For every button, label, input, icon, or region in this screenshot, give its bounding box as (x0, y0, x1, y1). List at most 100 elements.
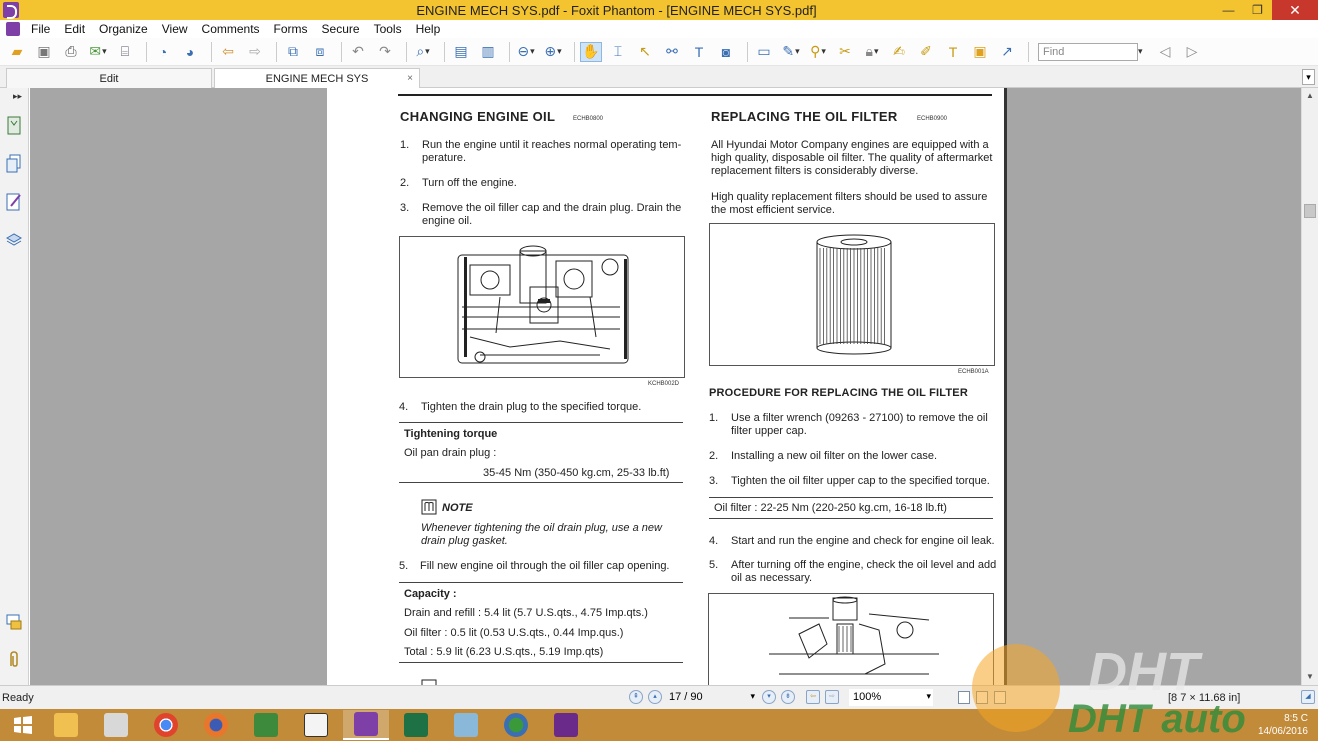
minimize-button[interactable]: — (1214, 0, 1243, 20)
print-icon[interactable]: ⎙ (60, 42, 82, 62)
previous-page-icon[interactable]: ◔ (152, 42, 174, 62)
tightening-torque-title: Tightening torque (404, 428, 498, 440)
bookmarks-icon[interactable] (5, 116, 23, 136)
start-button[interactable] (0, 710, 46, 740)
tab-close-icon[interactable]: × (407, 73, 413, 84)
menu-secure[interactable]: Secure (315, 22, 367, 36)
zoom-icon[interactable]: ⌕ (412, 42, 434, 62)
back-view-icon[interactable]: ⇦ (806, 690, 820, 704)
hand-tool-icon[interactable]: ✋ (580, 41, 602, 62)
previous-page-icon[interactable]: ▴ (648, 690, 662, 704)
attachments-icon[interactable] (5, 650, 23, 670)
first-page-icon[interactable]: ⇞ (629, 690, 643, 704)
zoom-out-icon[interactable]: ⊖ (515, 42, 537, 62)
signatures-icon[interactable] (5, 612, 23, 632)
foxit-app-icon[interactable] (3, 2, 19, 19)
scroll-thumb[interactable] (1304, 204, 1316, 218)
vertical-scrollbar[interactable]: ▲ ▼ (1301, 88, 1318, 685)
status-resize-icon[interactable]: ◢ (1301, 690, 1315, 704)
save-icon[interactable]: ▣ (33, 42, 55, 62)
scroll-up-icon[interactable]: ▲ (1302, 88, 1318, 104)
document-viewport[interactable]: CHANGING ENGINE OIL ECHB0800 1. Run the … (30, 88, 1301, 685)
edit-text-icon[interactable]: ✐ (915, 42, 937, 62)
insert-page-icon[interactable]: ⧈ (309, 42, 331, 62)
document-icon[interactable] (6, 22, 20, 36)
open-folder-icon[interactable]: ▰ (6, 42, 28, 62)
note-book-icon (421, 499, 437, 515)
attach-icon[interactable]: ✂ (834, 42, 856, 62)
find-input[interactable]: Find (1038, 42, 1138, 61)
menu-organize[interactable]: Organize (92, 22, 155, 36)
page-dropdown-icon[interactable]: ▾ (750, 691, 755, 702)
scan-icon[interactable]: ⌸ (114, 42, 136, 62)
menu-tools[interactable]: Tools (367, 22, 409, 36)
menu-edit[interactable]: Edit (57, 22, 92, 36)
taskbar-foxit-phantom[interactable] (343, 710, 389, 740)
select-text-icon[interactable]: ⌶ (607, 42, 629, 62)
single-page-view-icon[interactable] (958, 691, 970, 704)
forward-view-icon[interactable]: ⇨ (825, 690, 839, 704)
forward-arrow-icon[interactable]: ⇨ (244, 42, 266, 62)
taskbar-calculator[interactable] (93, 710, 139, 740)
find-next-icon[interactable]: ▷ (1181, 42, 1203, 62)
redo-icon[interactable]: ↷ (374, 42, 396, 62)
menu-forms[interactable]: Forms (267, 22, 315, 36)
taskbar-file-explorer[interactable] (43, 710, 89, 740)
taskbar-app[interactable] (243, 710, 289, 740)
find-previous-icon[interactable]: ◁ (1154, 42, 1176, 62)
next-page-icon[interactable]: ▾ (762, 690, 776, 704)
snapshot-icon[interactable]: ◙ (715, 42, 737, 62)
pages-icon[interactable] (5, 154, 23, 174)
back-arrow-icon[interactable]: ⇦ (217, 42, 239, 62)
tab-edit[interactable]: Edit (6, 68, 212, 88)
menu-view[interactable]: View (155, 22, 195, 36)
zoom-level-field[interactable]: 100% ▾ (849, 689, 933, 706)
find-dropdown-icon[interactable]: ▾ (1138, 46, 1148, 57)
close-button[interactable]: ✕ (1272, 0, 1318, 20)
stamp-icon[interactable]: ⚲ (807, 42, 829, 62)
facing-view-icon[interactable] (994, 691, 1006, 704)
zoom-in-icon[interactable]: ⊕ (542, 42, 564, 62)
next-page-icon[interactable]: ◕ (179, 42, 201, 62)
taskbar-firefox[interactable] (193, 710, 239, 740)
textbox-icon[interactable]: T (942, 42, 964, 62)
fit-page-icon[interactable]: ▤ (450, 42, 472, 62)
tab-menu-icon[interactable]: ▾ (1302, 69, 1315, 85)
tab-engine-mech-sys[interactable]: ENGINE MECH SYS × (214, 68, 420, 88)
form-field-icon[interactable]: ▭ (753, 42, 775, 62)
binoculars-icon[interactable]: ⚯ (661, 42, 683, 62)
lock-icon[interactable]: 🔒︎ (861, 42, 883, 62)
extract-page-icon[interactable]: ⧉ (282, 42, 304, 62)
chrome-icon (154, 713, 178, 737)
expand-pane-icon[interactable]: ▸▸ (13, 91, 22, 102)
typewriter-icon[interactable]: T (688, 42, 710, 62)
fit-width-icon[interactable]: ▥ (477, 42, 499, 62)
continuous-view-icon[interactable] (976, 691, 988, 704)
sign-icon[interactable]: ✍ (888, 42, 910, 62)
undo-icon[interactable]: ↶ (347, 42, 369, 62)
taskbar-app[interactable] (293, 710, 339, 740)
select-arrow-icon[interactable]: ↖ (634, 42, 656, 62)
comments-list-icon[interactable] (5, 192, 23, 212)
step-text: perature. (422, 152, 467, 164)
menu-file[interactable]: File (24, 22, 57, 36)
taskbar-app[interactable] (443, 710, 489, 740)
edit-form-icon[interactable]: ✎ (780, 42, 802, 62)
last-page-icon[interactable]: ⇟ (781, 690, 795, 704)
layers-icon[interactable] (5, 228, 23, 248)
page-number-field[interactable]: 17 / 90 ▾ (665, 689, 757, 706)
menu-help[interactable]: Help (409, 22, 448, 36)
tab-label: Edit (99, 72, 119, 85)
scroll-down-icon[interactable]: ▼ (1302, 669, 1318, 685)
zoom-dropdown-icon[interactable]: ▾ (926, 691, 931, 702)
email-icon[interactable]: ✉ (87, 42, 109, 62)
taskbar-chrome[interactable] (143, 710, 189, 740)
taskbar-excel[interactable] (393, 710, 439, 740)
arrow-tool-icon[interactable]: ↗ (996, 42, 1018, 62)
comment-icon[interactable]: ▣ (969, 42, 991, 62)
menu-comments[interactable]: Comments (195, 22, 267, 36)
taskbar-app[interactable] (543, 710, 589, 740)
restore-button[interactable]: ❐ (1243, 0, 1272, 20)
system-tray-clock[interactable]: 8:5 C 14/06/2016 (1258, 712, 1308, 738)
taskbar-app[interactable] (493, 710, 539, 740)
